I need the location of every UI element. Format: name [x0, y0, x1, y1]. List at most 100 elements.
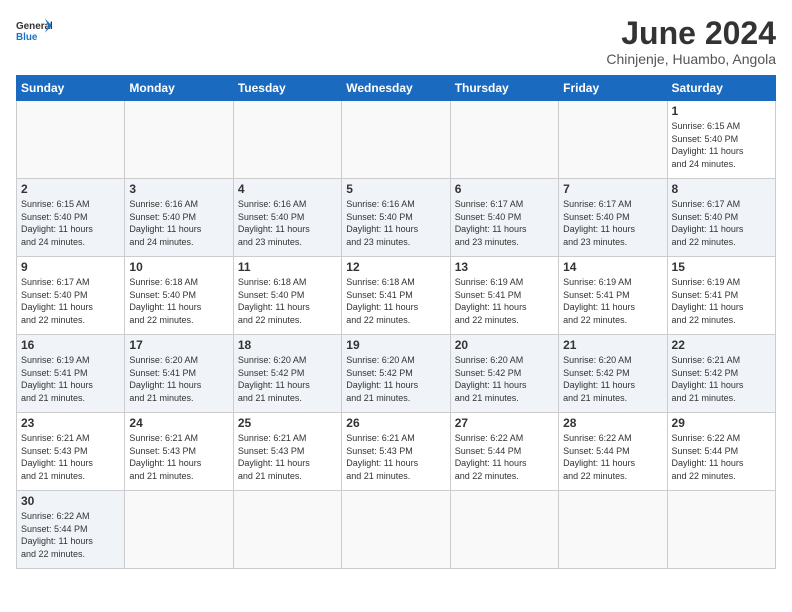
day-number: 8: [672, 182, 771, 196]
calendar-cell: 3 Sunrise: 6:16 AM Sunset: 5:40 PM Daylig…: [125, 179, 233, 257]
calendar-body: 1Sunrise: 6:15 AM Sunset: 5:40 PM Daylig…: [17, 101, 776, 569]
calendar-cell: 29 Sunrise: 6:22 AM Sunset: 5:44 PM Dayli…: [667, 413, 775, 491]
day-number: 22: [672, 338, 771, 352]
day-info: Sunrise: 6:21 AM Sunset: 5:43 PM Dayligh…: [238, 432, 337, 482]
day-number: 5: [346, 182, 445, 196]
calendar-week-row: 2 Sunrise: 6:15 AM Sunset: 5:40 PM Daylig…: [17, 179, 776, 257]
calendar-cell: [17, 101, 125, 179]
day-number: 27: [455, 416, 554, 430]
calendar-cell: [233, 101, 341, 179]
title-block: June 2024 Chinjenje, Huambo, Angola: [606, 16, 776, 67]
calendar-cell: 2 Sunrise: 6:15 AM Sunset: 5:40 PM Daylig…: [17, 179, 125, 257]
calendar-cell: [559, 491, 667, 569]
calendar-week-row: 1Sunrise: 6:15 AM Sunset: 5:40 PM Daylig…: [17, 101, 776, 179]
day-info: Sunrise: 6:19 AM Sunset: 5:41 PM Dayligh…: [672, 276, 771, 326]
calendar-cell: 26 Sunrise: 6:21 AM Sunset: 5:43 PM Dayli…: [342, 413, 450, 491]
calendar-cell: 17Sunrise: 6:20 AM Sunset: 5:41 PM Dayli…: [125, 335, 233, 413]
day-number: 21: [563, 338, 662, 352]
calendar-cell: 16 Sunrise: 6:19 AM Sunset: 5:41 PM Dayli…: [17, 335, 125, 413]
day-number: 9: [21, 260, 120, 274]
day-info: Sunrise: 6:15 AM Sunset: 5:40 PM Dayligh…: [672, 120, 771, 170]
day-number: 16: [21, 338, 120, 352]
calendar-cell: [450, 101, 558, 179]
day-info: Sunrise: 6:16 AM Sunset: 5:40 PM Dayligh…: [129, 198, 228, 248]
day-info: Sunrise: 6:19 AM Sunset: 5:41 PM Dayligh…: [455, 276, 554, 326]
logo-icon: General Blue: [16, 16, 52, 46]
calendar-cell: 14 Sunrise: 6:19 AM Sunset: 5:41 PM Dayli…: [559, 257, 667, 335]
day-info: Sunrise: 6:21 AM Sunset: 5:43 PM Dayligh…: [346, 432, 445, 482]
weekday-header-tuesday: Tuesday: [233, 76, 341, 101]
day-info: Sunrise: 6:19 AM Sunset: 5:41 PM Dayligh…: [563, 276, 662, 326]
calendar-cell: 7Sunrise: 6:17 AM Sunset: 5:40 PM Daylig…: [559, 179, 667, 257]
day-number: 29: [672, 416, 771, 430]
calendar-cell: [342, 491, 450, 569]
weekday-header-wednesday: Wednesday: [342, 76, 450, 101]
weekday-header-monday: Monday: [125, 76, 233, 101]
month-title: June 2024: [606, 16, 776, 51]
calendar-cell: [559, 101, 667, 179]
calendar-cell: [125, 101, 233, 179]
calendar-table: SundayMondayTuesdayWednesdayThursdayFrid…: [16, 75, 776, 569]
calendar-cell: 12Sunrise: 6:18 AM Sunset: 5:41 PM Dayli…: [342, 257, 450, 335]
day-number: 17: [129, 338, 228, 352]
calendar-week-row: 30Sunrise: 6:22 AM Sunset: 5:44 PM Dayli…: [17, 491, 776, 569]
day-number: 3: [129, 182, 228, 196]
day-info: Sunrise: 6:15 AM Sunset: 5:40 PM Dayligh…: [21, 198, 120, 248]
calendar-cell: [233, 491, 341, 569]
day-info: Sunrise: 6:16 AM Sunset: 5:40 PM Dayligh…: [238, 198, 337, 248]
day-info: Sunrise: 6:22 AM Sunset: 5:44 PM Dayligh…: [563, 432, 662, 482]
calendar-cell: 9Sunrise: 6:17 AM Sunset: 5:40 PM Daylig…: [17, 257, 125, 335]
day-info: Sunrise: 6:21 AM Sunset: 5:42 PM Dayligh…: [672, 354, 771, 404]
calendar-cell: 21Sunrise: 6:20 AM Sunset: 5:42 PM Dayli…: [559, 335, 667, 413]
weekday-header-sunday: Sunday: [17, 76, 125, 101]
day-number: 4: [238, 182, 337, 196]
day-info: Sunrise: 6:17 AM Sunset: 5:40 PM Dayligh…: [455, 198, 554, 248]
calendar-cell: 28Sunrise: 6:22 AM Sunset: 5:44 PM Dayli…: [559, 413, 667, 491]
calendar-cell: [450, 491, 558, 569]
svg-text:Blue: Blue: [16, 32, 38, 43]
day-number: 24: [129, 416, 228, 430]
calendar-cell: 5 Sunrise: 6:16 AM Sunset: 5:40 PM Daylig…: [342, 179, 450, 257]
calendar-cell: 22 Sunrise: 6:21 AM Sunset: 5:42 PM Dayli…: [667, 335, 775, 413]
day-number: 2: [21, 182, 120, 196]
weekday-header-thursday: Thursday: [450, 76, 558, 101]
calendar-cell: 30Sunrise: 6:22 AM Sunset: 5:44 PM Dayli…: [17, 491, 125, 569]
calendar-week-row: 9Sunrise: 6:17 AM Sunset: 5:40 PM Daylig…: [17, 257, 776, 335]
day-info: Sunrise: 6:16 AM Sunset: 5:40 PM Dayligh…: [346, 198, 445, 248]
calendar-cell: 24Sunrise: 6:21 AM Sunset: 5:43 PM Dayli…: [125, 413, 233, 491]
day-info: Sunrise: 6:19 AM Sunset: 5:41 PM Dayligh…: [21, 354, 120, 404]
calendar-cell: 13 Sunrise: 6:19 AM Sunset: 5:41 PM Dayli…: [450, 257, 558, 335]
calendar-cell: [667, 491, 775, 569]
day-info: Sunrise: 6:18 AM Sunset: 5:40 PM Dayligh…: [129, 276, 228, 326]
logo: General Blue: [16, 16, 52, 46]
day-number: 13: [455, 260, 554, 274]
calendar-week-row: 16 Sunrise: 6:19 AM Sunset: 5:41 PM Dayli…: [17, 335, 776, 413]
calendar-cell: 19 Sunrise: 6:20 AM Sunset: 5:42 PM Dayli…: [342, 335, 450, 413]
weekday-header-friday: Friday: [559, 76, 667, 101]
day-number: 12: [346, 260, 445, 274]
calendar-cell: 27 Sunrise: 6:22 AM Sunset: 5:44 PM Dayli…: [450, 413, 558, 491]
day-info: Sunrise: 6:17 AM Sunset: 5:40 PM Dayligh…: [563, 198, 662, 248]
day-info: Sunrise: 6:22 AM Sunset: 5:44 PM Dayligh…: [21, 510, 120, 560]
day-number: 18: [238, 338, 337, 352]
day-number: 10: [129, 260, 228, 274]
day-number: 15: [672, 260, 771, 274]
day-number: 23: [21, 416, 120, 430]
day-number: 14: [563, 260, 662, 274]
day-info: Sunrise: 6:17 AM Sunset: 5:40 PM Dayligh…: [672, 198, 771, 248]
day-number: 25: [238, 416, 337, 430]
day-number: 20: [455, 338, 554, 352]
calendar-cell: 10 Sunrise: 6:18 AM Sunset: 5:40 PM Dayli…: [125, 257, 233, 335]
calendar-cell: [125, 491, 233, 569]
calendar-cell: 11Sunrise: 6:18 AM Sunset: 5:40 PM Dayli…: [233, 257, 341, 335]
day-info: Sunrise: 6:20 AM Sunset: 5:42 PM Dayligh…: [346, 354, 445, 404]
day-number: 19: [346, 338, 445, 352]
day-info: Sunrise: 6:18 AM Sunset: 5:40 PM Dayligh…: [238, 276, 337, 326]
day-number: 26: [346, 416, 445, 430]
calendar-cell: 8 Sunrise: 6:17 AM Sunset: 5:40 PM Daylig…: [667, 179, 775, 257]
day-info: Sunrise: 6:22 AM Sunset: 5:44 PM Dayligh…: [672, 432, 771, 482]
day-info: Sunrise: 6:22 AM Sunset: 5:44 PM Dayligh…: [455, 432, 554, 482]
calendar-week-row: 23 Sunrise: 6:21 AM Sunset: 5:43 PM Dayli…: [17, 413, 776, 491]
calendar-cell: 25 Sunrise: 6:21 AM Sunset: 5:43 PM Dayli…: [233, 413, 341, 491]
calendar-cell: 1Sunrise: 6:15 AM Sunset: 5:40 PM Daylig…: [667, 101, 775, 179]
